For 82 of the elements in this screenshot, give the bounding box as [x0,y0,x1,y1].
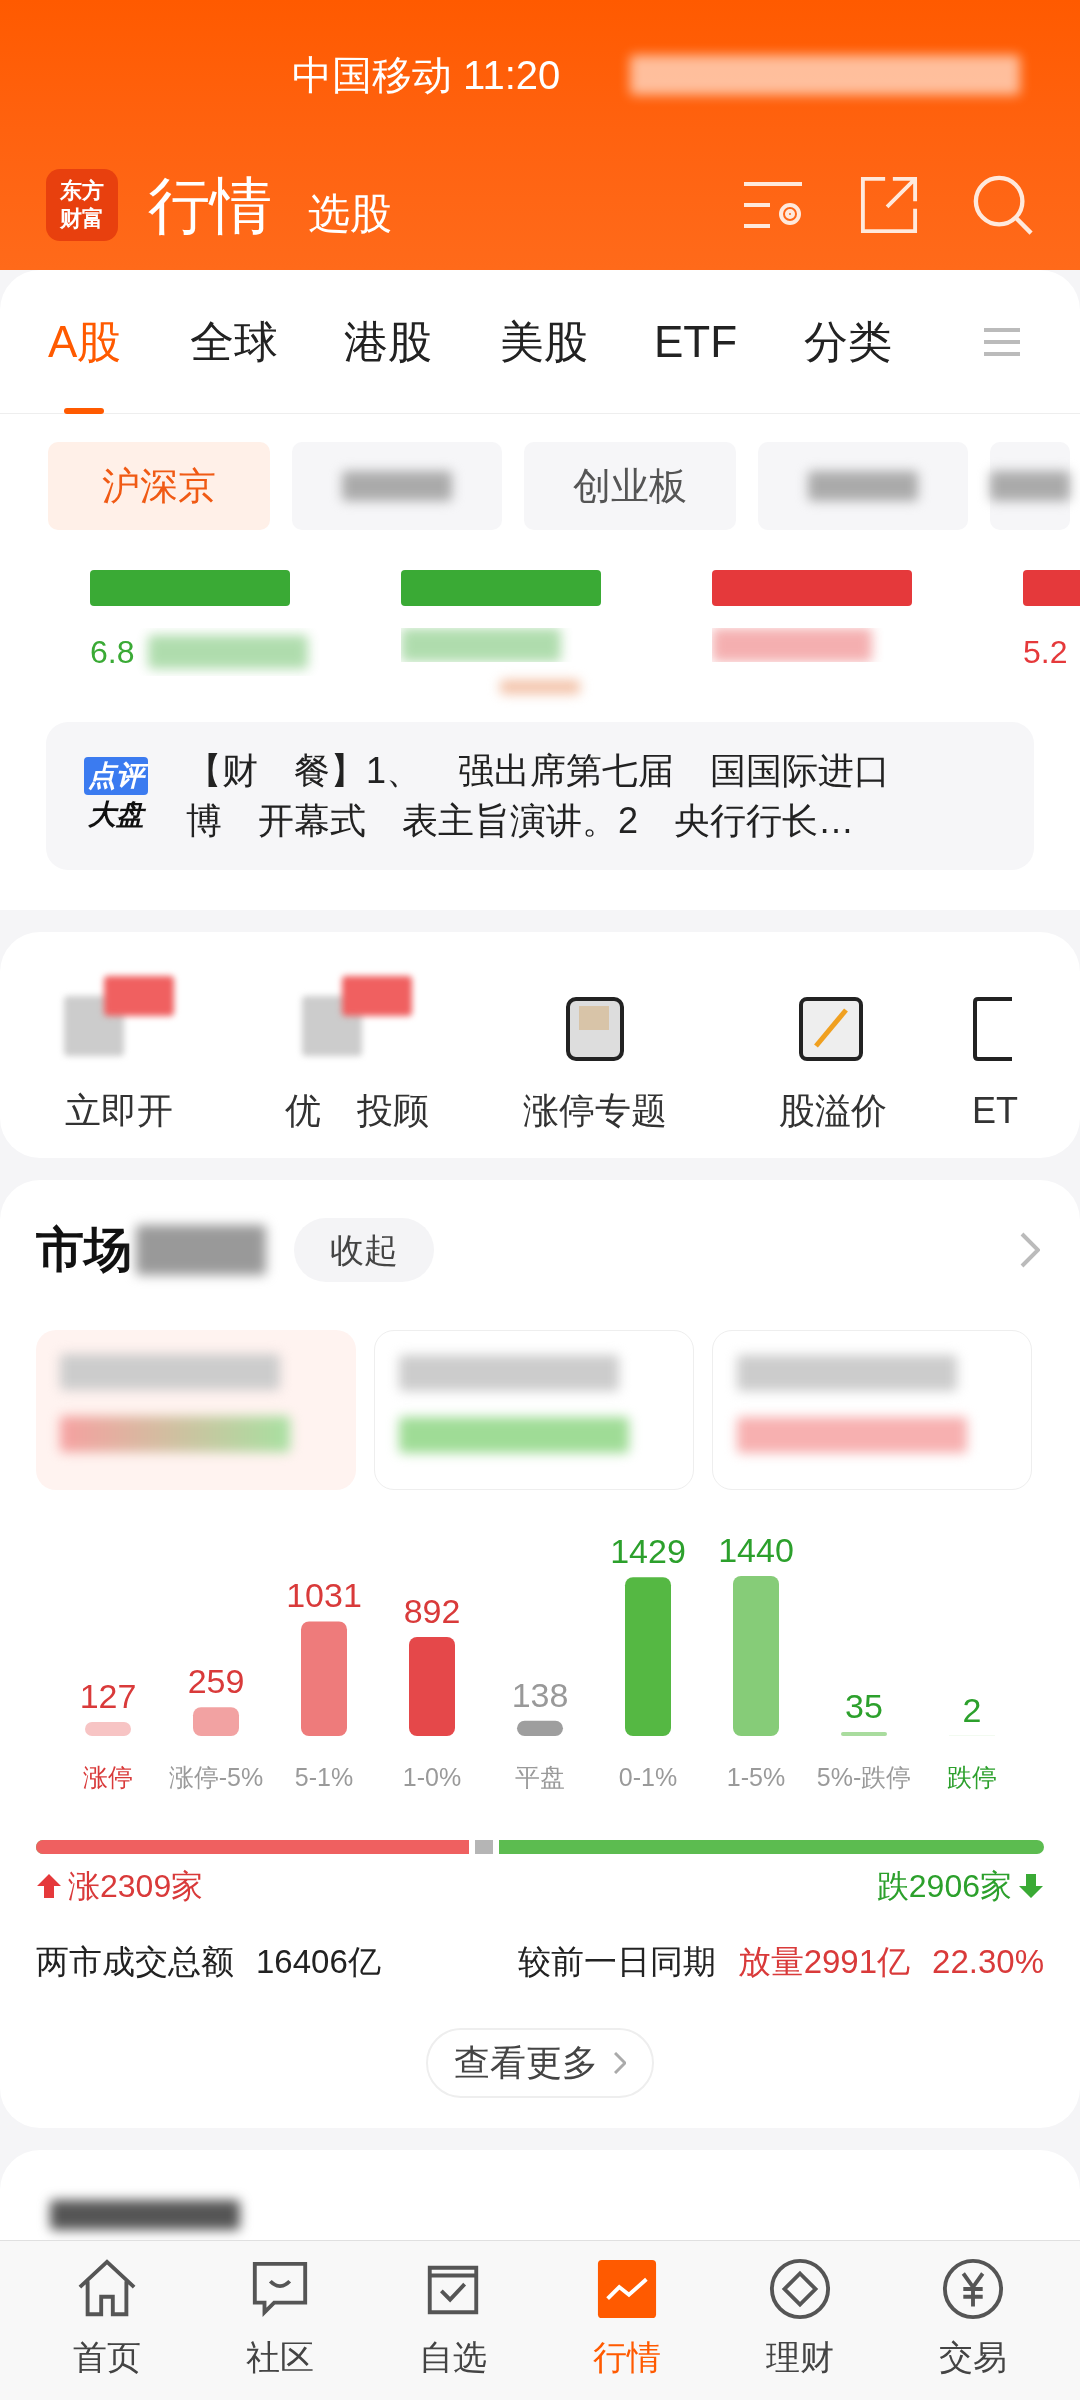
category-label: 5%-跌停 [816,1763,912,1791]
share-icon[interactable] [860,176,918,234]
shortcut-label[interactable]: ET [972,1084,1018,1138]
category-label: 涨停 [83,1763,133,1791]
badge-bottom-text: 大盘 [88,798,144,832]
market-tab[interactable]: ETF [654,269,794,414]
category-label: 1-0% [402,1763,462,1791]
document-icon[interactable] [565,996,625,1062]
bar-value-label: 259 [187,1662,245,1701]
stat-card[interactable] [374,1330,694,1490]
turnover-label: 两市成交总额 [36,1942,234,1983]
shortcut-label[interactable]: 股溢价 [779,1084,887,1138]
bar-value-label: 1440 [718,1531,794,1569]
nav-label: 理财 [765,2337,834,2378]
fund-icon[interactable] [972,996,1012,1062]
status-bar-time: 中国移动 11:20 [292,52,561,99]
nav-tab[interactable]: 交易 [898,2258,1049,2383]
nav-tab[interactable]: 自选 [378,2258,529,2383]
down-arrow-icon [1018,1873,1044,1899]
flat-share-segment [469,1840,500,1854]
collapse-button[interactable]: 收起 [294,1218,434,1282]
market-tab[interactable]: 美股 [500,269,654,414]
falling-count: 跌2906家 [876,1867,1012,1906]
category-label: 跌停 [947,1763,997,1791]
category-label: 5-1% [294,1763,354,1791]
section-title: 市场 [36,1222,132,1278]
page-title: 行情 [148,169,272,242]
chevron-right-icon [614,2052,626,2074]
filter-chip[interactable]: 创业板 [524,442,736,530]
volume-change-percent: 22.30% [932,1942,1044,1983]
filter-chip[interactable] [990,442,1070,530]
news-card[interactable]: 点评 大盘 【财 餐】1、 强出席第七届 国国际进口 博 开幕式 表主旨演讲。2 央行行长… [46,722,1034,870]
search-icon[interactable] [972,174,1034,236]
bar-value-label: 1429 [610,1532,686,1571]
bar-value-label: 1031 [286,1576,362,1615]
nav-label: 自选 [419,2337,488,2378]
nav-tab[interactable]: 理财 [724,2258,875,2383]
shortcut-label[interactable]: 立即开 [65,1084,173,1138]
filter-chip[interactable] [292,442,502,530]
view-more-button[interactable]: 查看更多 [426,2028,654,2098]
shortcut-label[interactable]: 涨停专题 [523,1084,667,1138]
bar [85,1721,131,1736]
chevron-right-icon[interactable] [1020,1232,1040,1268]
comparison-label: 较前一日同期 [517,1942,716,1983]
filter-chip[interactable] [758,442,968,530]
nav-tab[interactable]: 首页 [31,2258,182,2383]
line-chart-icon [595,2258,658,2320]
nav-tab[interactable]: 社区 [205,2258,355,2383]
bar-value-label: 2 [962,1690,982,1729]
index-change-text: 6.8 [90,633,135,672]
bar-value-label: 138 [511,1675,569,1714]
news-summary-text: 【财 餐】1、 强出席第七届 国国际进口 [186,749,891,793]
shortcut-label[interactable]: 优 投顾 [285,1084,429,1138]
nav-label: 社区 [246,2337,314,2378]
index-change-text: 5.2 [1023,633,1068,672]
bar-value-label: 35 [845,1687,883,1726]
category-label: 0-1% [618,1763,678,1791]
turnover-value: 16406亿 [256,1942,381,1983]
market-tab[interactable]: 港股 [344,269,500,414]
nav-label: 行情 [592,2337,661,2378]
bar [841,1732,887,1736]
volume-change-value: 放量2991亿 [737,1942,911,1983]
market-tab[interactable]: 全球 [190,269,344,414]
bar-value-label: 892 [403,1591,461,1630]
nav-label: 首页 [72,2337,141,2378]
app-logo: 东方财富 [46,169,118,241]
rising-count: 涨2309家 [68,1867,204,1906]
bar [193,1707,239,1736]
category-label: 平盘 [515,1763,565,1791]
market-tab[interactable]: 分类 [804,269,892,414]
category-label: 1-5% [726,1763,786,1791]
category-label: 涨停-5% [168,1763,264,1791]
bar-value-label: 127 [79,1676,137,1715]
stat-card[interactable] [712,1330,1032,1490]
nav-label: 交易 [939,2337,1008,2378]
stat-card[interactable] [36,1330,356,1490]
badge-top-text: 点评 [84,757,148,795]
bar [517,1720,563,1736]
menu-icon[interactable] [984,326,1020,357]
yen-icon [942,2258,1005,2320]
up-arrow-icon [36,1873,62,1899]
news-summary-text: 博 开幕式 表主旨演讲。2 央行行长… [186,799,856,843]
